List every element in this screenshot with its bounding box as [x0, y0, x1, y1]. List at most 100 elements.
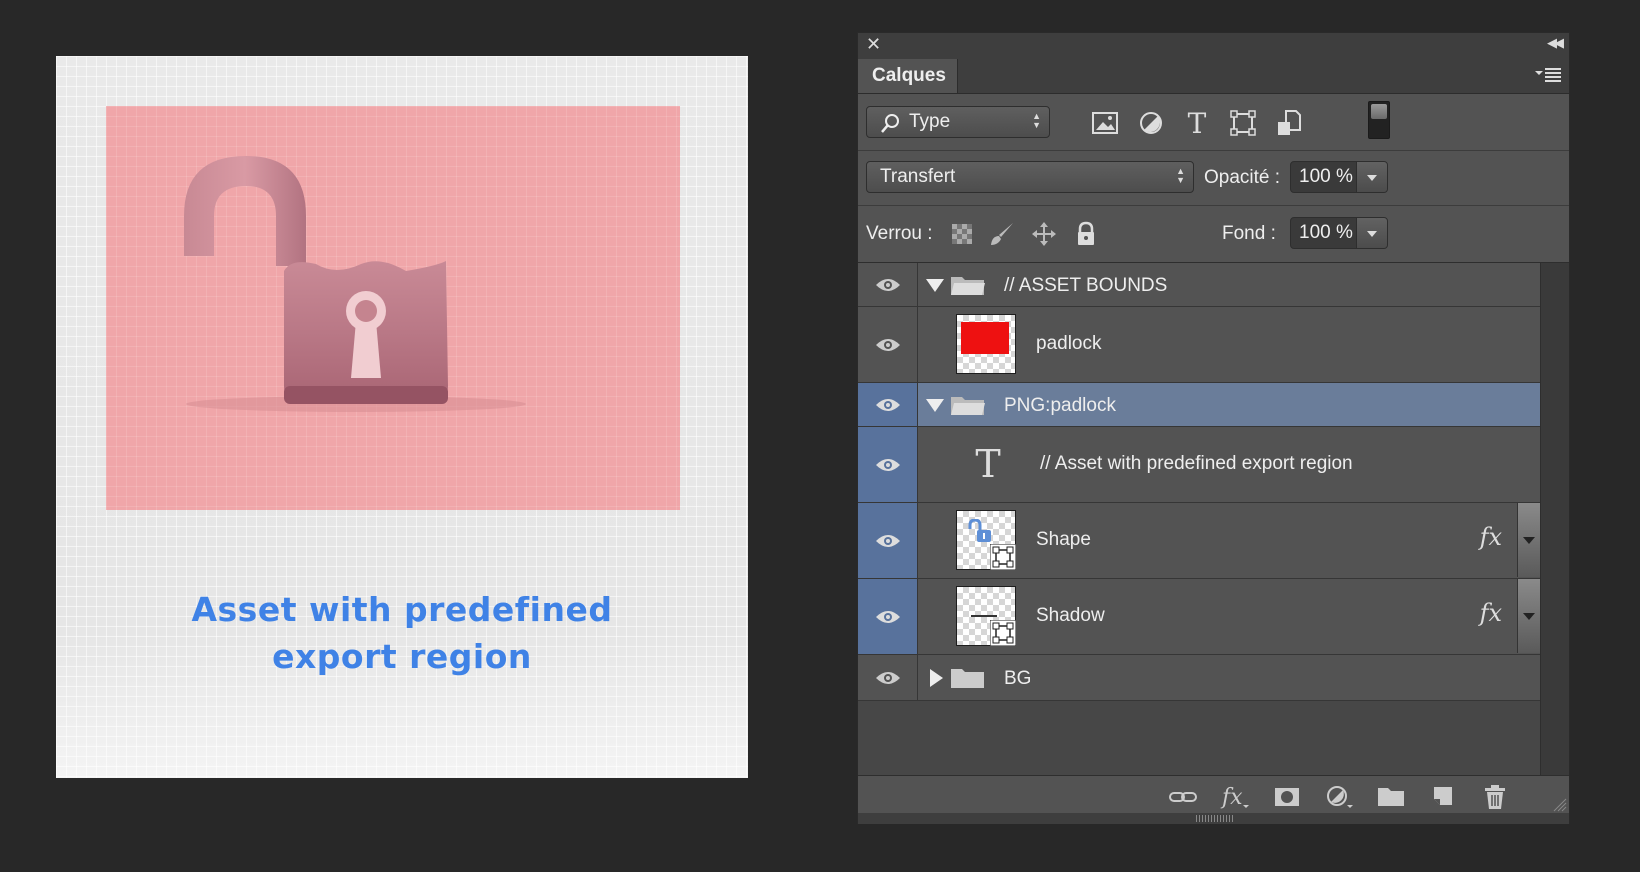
type-filter-icon[interactable]: T — [1180, 106, 1214, 140]
layers-panel: ✕ ◀◀ Calques Type ▲ ▼ T Transfert ▲ ▼ Op… — [857, 32, 1570, 824]
visibility-toggle[interactable] — [858, 427, 918, 502]
eye-icon — [876, 458, 900, 471]
adjustment-layer-icon[interactable] — [1324, 784, 1354, 810]
expand-triangle-icon[interactable] — [926, 399, 944, 412]
visibility-toggle[interactable] — [858, 263, 918, 306]
text-layer-icon: T — [975, 443, 1000, 483]
opacity-field[interactable]: 100 % — [1290, 161, 1388, 193]
panel-menu-icon[interactable] — [1533, 63, 1563, 85]
layer-row-text[interactable]: T // Asset with predefined export region — [858, 427, 1540, 503]
eye-icon — [876, 278, 900, 291]
fx-icon[interactable]: fx — [1480, 523, 1502, 551]
trash-icon[interactable] — [1480, 784, 1510, 810]
opacity-slider-button[interactable] — [1356, 162, 1387, 192]
folder-icon — [951, 669, 984, 688]
layer-row-shape[interactable]: Shape fx — [858, 503, 1540, 579]
layer-row-shadow[interactable]: Shadow fx — [858, 579, 1540, 655]
layers-bottom-toolbar: fx — [858, 775, 1569, 814]
filter-kind-dropdown[interactable]: Type ▲ ▼ — [866, 106, 1050, 138]
new-group-icon[interactable] — [1376, 784, 1406, 810]
visibility-toggle[interactable] — [858, 307, 918, 382]
panel-resize-handle[interactable] — [858, 813, 1569, 824]
tab-layers[interactable]: Calques — [858, 59, 958, 93]
lock-image-pixels-icon[interactable] — [988, 220, 1016, 248]
folder-open-icon — [951, 277, 985, 295]
layer-thumbnail — [956, 586, 1016, 646]
fx-add-style-icon[interactable]: fx — [1220, 784, 1250, 810]
eye-icon — [876, 671, 900, 684]
blend-options-row: Transfert ▲ ▼ Opacité : 100 % — [858, 151, 1569, 206]
panel-titlebar: ✕ ◀◀ — [858, 33, 1569, 57]
collapse-panel-icon[interactable]: ◀◀ — [1547, 35, 1564, 51]
lock-all-icon[interactable] — [1072, 220, 1100, 248]
eye-icon — [876, 398, 900, 411]
search-icon — [881, 114, 899, 133]
layer-row-padlock[interactable]: padlock — [858, 307, 1540, 383]
shape-badge-icon — [990, 544, 1016, 570]
folder-open-icon — [951, 397, 985, 415]
lock-position-icon[interactable] — [1030, 220, 1058, 248]
layer-name: // Asset with predefined export region — [1040, 453, 1353, 474]
layer-name: Shape — [1036, 529, 1091, 550]
padlock-icon — [184, 156, 526, 412]
layer-name: // ASSET BOUNDS — [1004, 275, 1168, 296]
visibility-toggle[interactable] — [858, 579, 918, 654]
smart-object-filter-icon[interactable] — [1272, 106, 1306, 140]
eye-icon — [876, 534, 900, 547]
opacity-value: 100 % — [1299, 166, 1353, 187]
caption-line-1: Asset with predefined — [191, 590, 613, 629]
chevron-updown-icon: ▲ ▼ — [1032, 111, 1041, 130]
eye-icon — [876, 338, 900, 351]
layer-name: padlock — [1036, 333, 1102, 354]
image-filter-icon[interactable] — [1088, 106, 1122, 140]
adjustment-filter-icon[interactable] — [1134, 106, 1168, 140]
layer-name: PNG:padlock — [1004, 395, 1116, 416]
eye-icon — [876, 610, 900, 623]
layer-row-asset-bounds[interactable]: // ASSET BOUNDS — [858, 263, 1540, 307]
resize-grip-icon[interactable] — [1553, 798, 1567, 812]
visibility-toggle[interactable] — [858, 655, 918, 700]
new-layer-icon[interactable] — [1428, 784, 1458, 810]
fill-label: Fond : — [1222, 223, 1276, 244]
add-mask-icon[interactable] — [1272, 784, 1302, 810]
filter-toggle-switch[interactable] — [1368, 101, 1390, 139]
close-icon[interactable]: ✕ — [866, 34, 881, 55]
layer-list: // ASSET BOUNDS padlock PNG:padlock T //… — [858, 263, 1540, 775]
fx-icon[interactable]: fx — [1480, 599, 1502, 627]
blend-mode-value: Transfert — [880, 166, 956, 187]
panel-tab-row: Calques — [858, 57, 1569, 94]
document-canvas[interactable]: Asset with predefined export region — [56, 56, 748, 778]
layer-list-scrollbar[interactable] — [1540, 263, 1569, 775]
fill-field[interactable]: 100 % — [1290, 217, 1388, 249]
lock-options-row: Verrou : Fond : 100 % — [858, 206, 1569, 263]
layer-thumbnail — [956, 314, 1016, 374]
svg-text:T: T — [1188, 107, 1207, 140]
collapse-triangle-icon[interactable] — [930, 669, 943, 687]
effects-expand-button[interactable] — [1517, 503, 1540, 577]
opacity-label: Opacité : — [1204, 167, 1281, 188]
expand-triangle-icon[interactable] — [926, 279, 944, 292]
blue-padlock-thumbnail — [968, 519, 991, 542]
layer-row-png-padlock[interactable]: PNG:padlock — [858, 383, 1540, 427]
layer-name: BG — [1004, 668, 1032, 689]
lock-transparent-pixels-icon[interactable] — [948, 220, 976, 248]
link-layers-icon[interactable] — [1168, 784, 1198, 810]
lock-label: Verrou : — [866, 223, 933, 244]
fill-value: 100 % — [1299, 222, 1353, 243]
chevron-updown-icon: ▲ ▼ — [1176, 166, 1185, 185]
asset-bounds-rectangle — [106, 106, 680, 510]
visibility-toggle[interactable] — [858, 383, 918, 426]
shadow-line-thumbnail — [971, 615, 997, 617]
svg-text:T: T — [975, 443, 1000, 483]
filter-kind-value: Type — [909, 111, 951, 132]
shape-filter-icon[interactable] — [1226, 106, 1260, 140]
blend-mode-dropdown[interactable]: Transfert ▲ ▼ — [866, 161, 1194, 193]
fill-slider-button[interactable] — [1356, 218, 1387, 248]
layer-thumbnail — [956, 510, 1016, 570]
effects-expand-button[interactable] — [1517, 579, 1540, 653]
layer-row-bg[interactable]: BG — [858, 655, 1540, 701]
layer-name: Shadow — [1036, 605, 1105, 626]
red-rectangle-thumbnail — [961, 322, 1009, 354]
asset-caption-text: Asset with predefined export region — [56, 586, 748, 680]
visibility-toggle[interactable] — [858, 503, 918, 578]
